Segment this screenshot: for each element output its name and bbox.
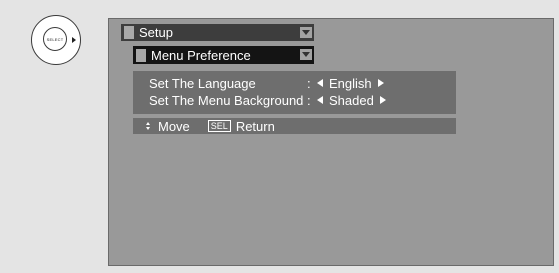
dropdown-triangle-icon: [300, 49, 312, 60]
setting-separator: :: [307, 75, 311, 91]
left-arrow-icon[interactable]: [317, 79, 323, 87]
setup-menu-header[interactable]: Setup: [121, 24, 314, 41]
sel-key-icon: SEL: [207, 120, 231, 132]
setup-title: Setup: [139, 25, 173, 40]
setting-label: Set The Language: [149, 75, 256, 91]
help-bar: Move SEL Return: [133, 118, 456, 134]
move-label: Move: [158, 118, 190, 134]
menu-square-icon: [136, 48, 146, 62]
menu-preference-title: Menu Preference: [151, 47, 251, 63]
settings-panel: Set The Language : English Set The Menu …: [133, 71, 456, 114]
setting-value: English: [329, 75, 372, 91]
setting-row-language[interactable]: Set The Language : English: [149, 75, 384, 91]
select-button: SELECT: [43, 27, 67, 51]
setting-row-background[interactable]: Set The Menu Background : Shaded: [149, 92, 386, 108]
right-arrow-icon[interactable]: [379, 96, 386, 104]
select-label: SELECT: [46, 36, 64, 42]
return-label: Return: [235, 118, 275, 134]
left-arrow-icon[interactable]: [317, 96, 323, 104]
setting-label: Set The Menu Background: [149, 92, 304, 108]
setting-value: Shaded: [329, 92, 374, 108]
remote-select-pad: SELECT: [31, 15, 81, 65]
menu-preference-header[interactable]: Menu Preference: [133, 46, 314, 64]
osd-screen: Setup Menu Preference Set The Language :…: [108, 18, 554, 266]
menu-square-icon: [124, 26, 134, 39]
setting-separator: :: [307, 92, 311, 108]
dropdown-triangle-icon: [300, 27, 312, 38]
right-arrow-icon[interactable]: [377, 79, 384, 87]
right-arrow-icon: [72, 37, 76, 43]
up-down-arrows-icon: [146, 122, 150, 130]
